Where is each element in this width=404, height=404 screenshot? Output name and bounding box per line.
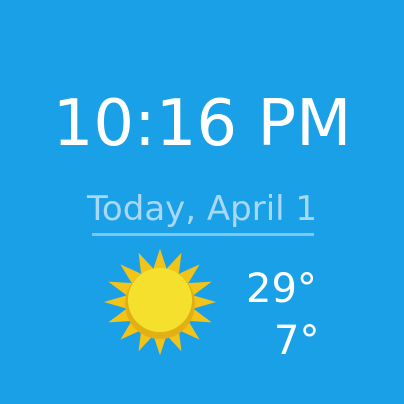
watch-face: 10:16 PM Today, April 1 29° 7°: [0, 0, 404, 404]
sun-ray: [193, 295, 216, 309]
sun-body: [128, 268, 192, 332]
sun-icon: [104, 248, 216, 356]
temperature-low: 7°: [274, 318, 320, 364]
temperature-high: 29°: [246, 266, 317, 312]
date-display[interactable]: Today, April 1: [0, 188, 404, 230]
sun-ray: [104, 295, 127, 309]
sun-ray: [153, 248, 167, 269]
time-display: 10:16 PM: [52, 87, 352, 161]
date-underline: [92, 233, 314, 236]
